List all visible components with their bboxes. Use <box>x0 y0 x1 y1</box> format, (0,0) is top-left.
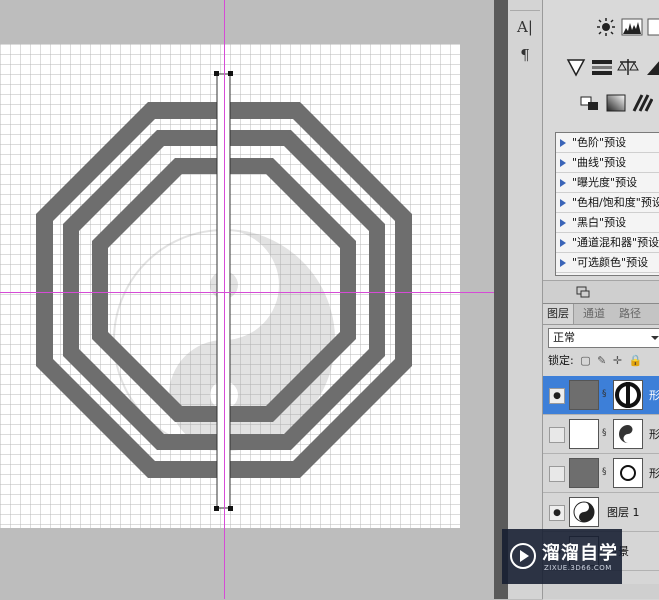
curves-icon[interactable] <box>647 16 659 38</box>
dock-grip[interactable] <box>510 2 540 11</box>
panel-divider <box>494 0 508 599</box>
vector-mask-thumbnail[interactable] <box>613 419 643 449</box>
adjustments-panel: "色阶"预设 "曲线"预设 "曝光度"预设 "色相/饱和度"预设 "黑白"预设 "通道混和… <box>543 0 659 300</box>
gradient-map-icon[interactable] <box>605 92 627 114</box>
layer-row[interactable]: ● 图层 1 <box>543 493 659 532</box>
layer-name[interactable]: 形 <box>649 465 659 481</box>
layers-footer <box>543 584 659 599</box>
vibrance-icon[interactable] <box>565 56 587 78</box>
lock-transparent-icon[interactable]: ▢ <box>580 354 590 367</box>
layer-row[interactable]: § 形 <box>543 454 659 493</box>
tab-layers[interactable]: 图层 <box>543 304 574 324</box>
preset-label: "色阶"预设 <box>572 136 627 149</box>
preset-item[interactable]: "曲线"预设 <box>556 153 659 173</box>
expand-triangle-icon[interactable] <box>560 139 566 147</box>
adjustments-footer <box>543 280 659 303</box>
vertical-guide[interactable] <box>224 0 225 599</box>
layer-row[interactable]: § 形 <box>543 415 659 454</box>
blend-mode-select[interactable]: 正常 <box>548 328 659 348</box>
black-white-icon[interactable] <box>643 56 659 78</box>
preset-label: "曲线"预设 <box>572 156 627 169</box>
layers-panel-tabs: 图层 通道 路径 <box>543 304 659 325</box>
preset-item[interactable]: "通道混和器"预设 <box>556 233 659 253</box>
link-icon[interactable]: § <box>602 428 608 438</box>
layer-name[interactable]: 形 <box>649 387 659 403</box>
layer-name[interactable]: 形 <box>649 426 659 442</box>
visibility-eye-icon[interactable]: ● <box>549 388 565 404</box>
tab-paths[interactable]: 路径 <box>615 304 645 324</box>
visibility-eye-icon[interactable] <box>549 466 565 482</box>
levels-icon[interactable] <box>621 16 643 38</box>
preset-item[interactable]: "黑白"预设 <box>556 213 659 233</box>
preset-label: "色相/饱和度"预设 <box>572 196 659 209</box>
chevron-down-icon <box>651 336 659 340</box>
layer-thumbnail <box>569 497 599 527</box>
blend-mode-value: 正常 <box>553 331 575 344</box>
layer-name[interactable]: 图层 1 <box>607 504 640 520</box>
visibility-eye-icon[interactable]: ● <box>549 505 565 521</box>
layer-row[interactable]: ● § 形 <box>543 376 659 415</box>
preset-item[interactable]: "曝光度"预设 <box>556 173 659 193</box>
link-icon[interactable]: § <box>602 467 608 477</box>
color-balance-icon[interactable] <box>617 56 639 78</box>
play-logo-icon <box>510 543 536 569</box>
clip-to-layer-icon[interactable] <box>575 285 591 299</box>
site-watermark: 溜溜自学 ZIXUE.3D66.COM <box>502 529 622 584</box>
tab-channels[interactable]: 通道 <box>579 304 609 324</box>
expand-triangle-icon[interactable] <box>560 179 566 187</box>
link-icon[interactable]: § <box>602 389 608 399</box>
paragraph-panel-button[interactable]: ¶ <box>514 44 536 66</box>
preset-item[interactable]: "色阶"预设 <box>556 133 659 153</box>
lock-row: 锁定: ▢ ✎ ✛ 🔒 <box>548 352 645 370</box>
selective-color-icon[interactable] <box>631 92 653 114</box>
preset-label: "曝光度"预设 <box>572 176 638 189</box>
vector-mask-thumbnail[interactable] <box>613 380 643 410</box>
vector-mask-thumbnail[interactable] <box>613 458 643 488</box>
layer-thumbnail <box>569 419 599 449</box>
canvas-area[interactable] <box>0 0 494 599</box>
preset-item[interactable]: "色相/饱和度"预设 <box>556 193 659 213</box>
watermark-title: 溜溜自学 <box>542 543 618 564</box>
expand-triangle-icon[interactable] <box>560 259 566 267</box>
lock-label: 锁定: <box>548 354 574 367</box>
horizontal-guide[interactable] <box>0 292 494 293</box>
lock-position-icon[interactable]: ✛ <box>613 354 622 367</box>
channel-mixer-icon[interactable] <box>579 92 601 114</box>
expand-triangle-icon[interactable] <box>560 199 566 207</box>
brightness-contrast-icon[interactable] <box>595 16 617 38</box>
adjustment-presets-list: "色阶"预设 "曲线"预设 "曝光度"预设 "色相/饱和度"预设 "黑白"预设 "通道混和… <box>555 132 659 276</box>
preset-item[interactable]: "可选颜色"预设 <box>556 253 659 273</box>
preset-label: "可选颜色"预设 <box>572 256 649 269</box>
document-canvas[interactable] <box>0 44 460 528</box>
lock-all-icon[interactable]: 🔒 <box>629 354 643 367</box>
expand-triangle-icon[interactable] <box>560 239 566 247</box>
layer-thumbnail <box>569 458 599 488</box>
expand-triangle-icon[interactable] <box>560 159 566 167</box>
hue-saturation-icon[interactable] <box>591 56 613 78</box>
expand-triangle-icon[interactable] <box>560 219 566 227</box>
lock-pixels-icon[interactable]: ✎ <box>597 354 606 367</box>
character-panel-button[interactable]: A| <box>514 16 536 38</box>
preset-label: "黑白"预设 <box>572 216 627 229</box>
visibility-eye-icon[interactable] <box>549 427 565 443</box>
layer-thumbnail <box>569 380 599 410</box>
preset-label: "通道混和器"预设 <box>572 236 659 249</box>
watermark-url: ZIXUE.3D66.COM <box>544 564 612 572</box>
collapsed-panel-dock: A| ¶ <box>508 0 543 599</box>
